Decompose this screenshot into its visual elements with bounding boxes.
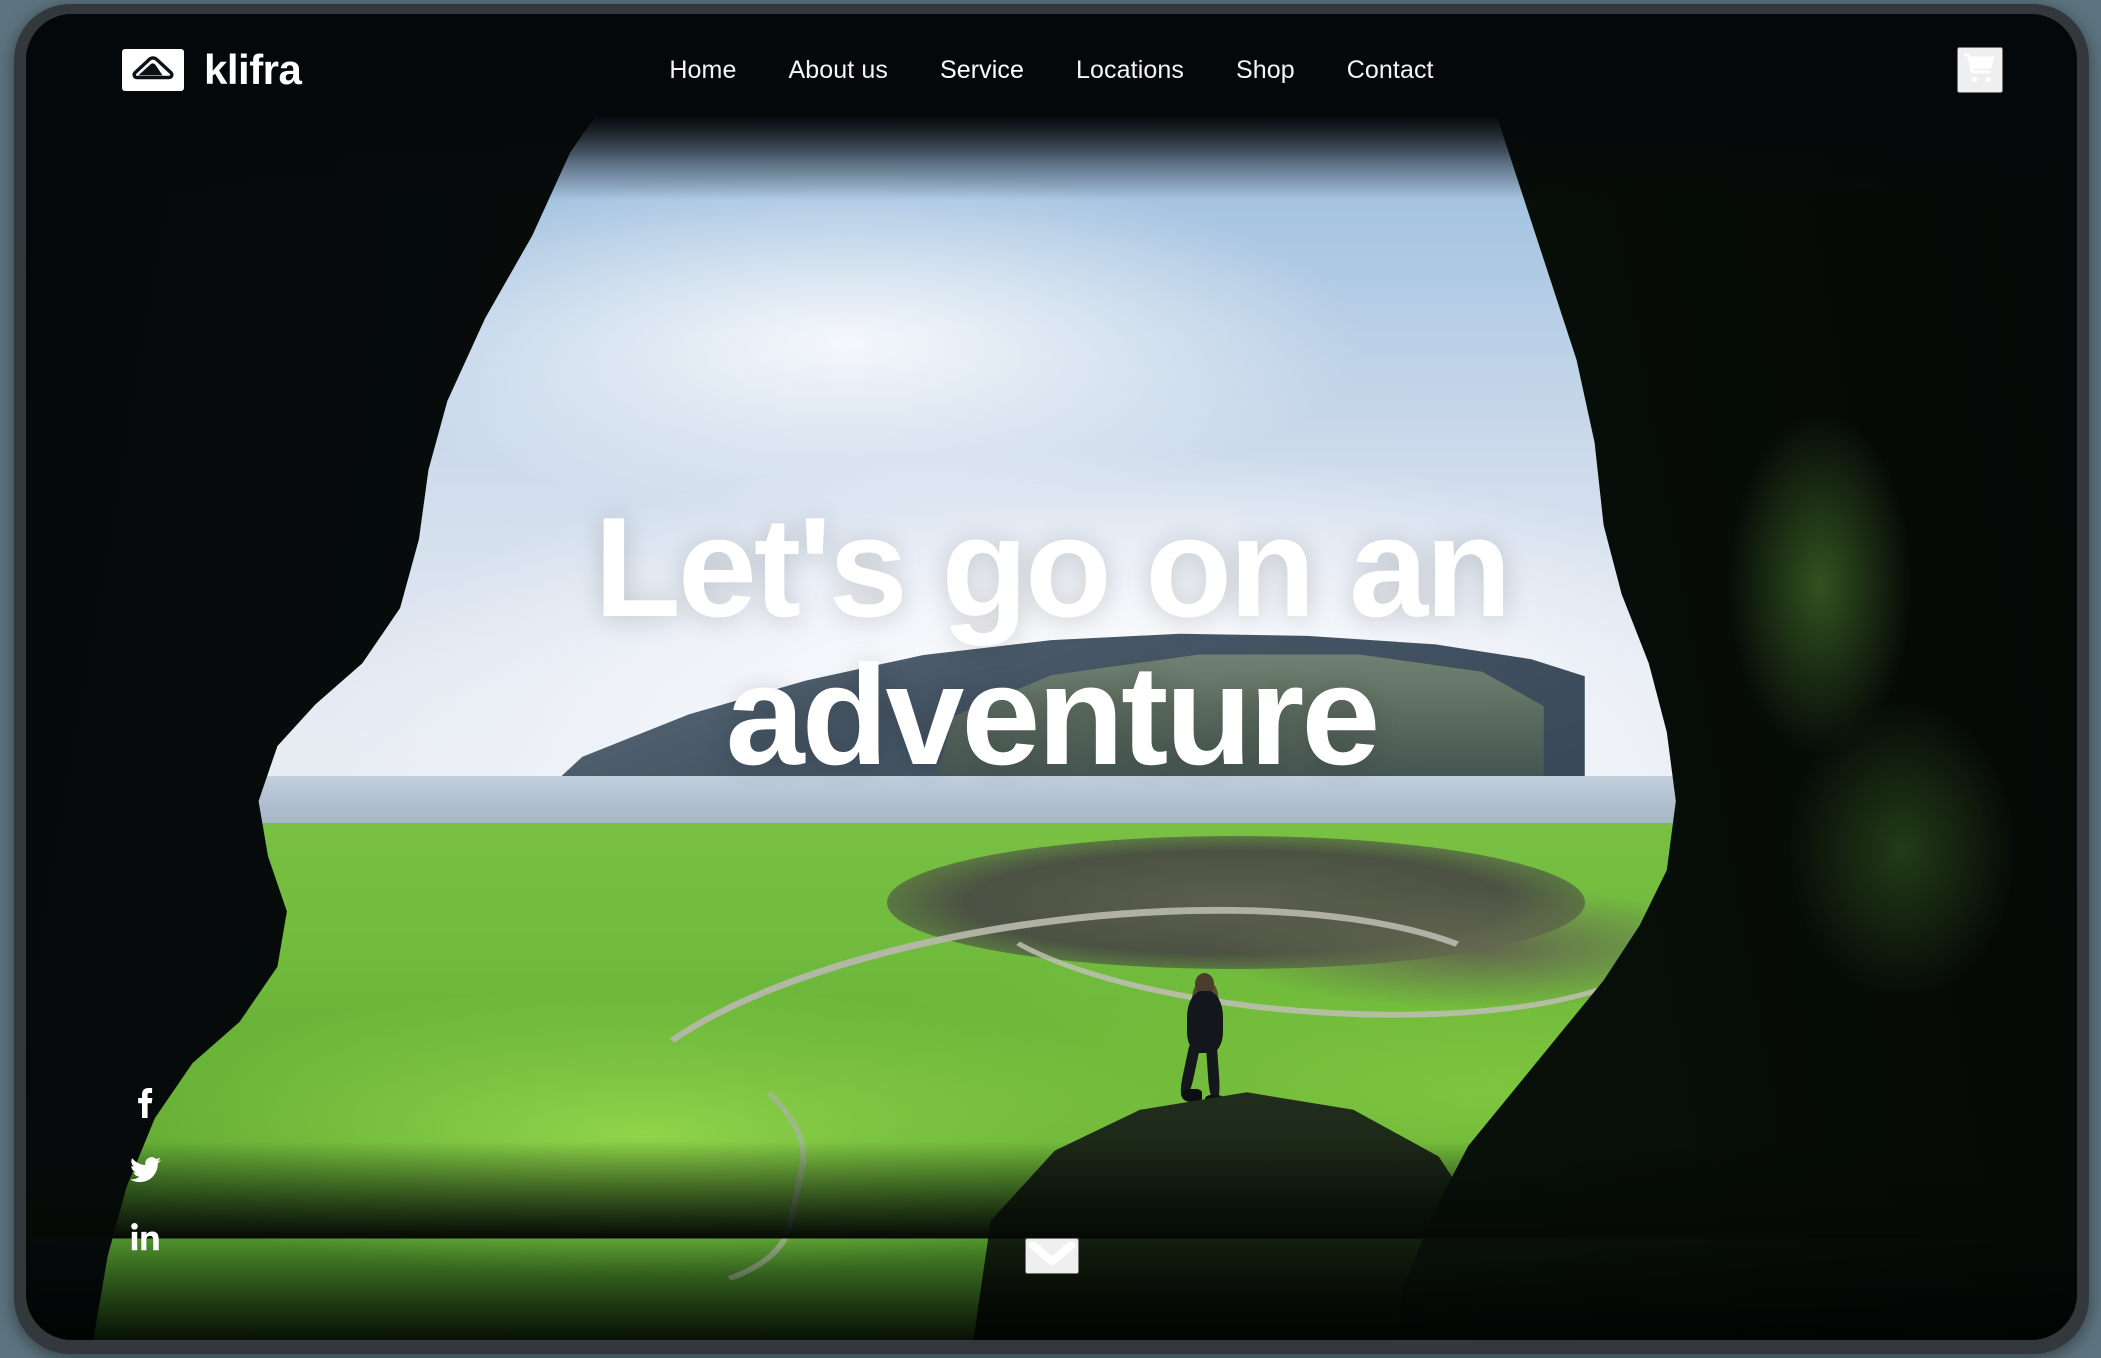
scroll-down-button[interactable] <box>1024 1238 1079 1274</box>
nav-link-contact[interactable]: Contact <box>1347 56 1434 85</box>
social-links <box>129 1087 161 1256</box>
chevron-down-icon <box>1028 1241 1075 1272</box>
page-title: Let's go on an adventure <box>146 494 1957 789</box>
device-frame: klifra Home About us Service Locations S… <box>14 4 2089 1354</box>
cart-button[interactable] <box>1957 47 2003 93</box>
person-leg <box>1205 1046 1221 1101</box>
nav-link-locations[interactable]: Locations <box>1076 56 1184 85</box>
browser-viewport: klifra Home About us Service Locations S… <box>26 14 2077 1340</box>
nav-link-about-us[interactable]: About us <box>788 56 887 85</box>
mountain-cloud-logo-icon <box>122 49 184 91</box>
hero-title-line-2: adventure <box>725 635 1381 795</box>
brand-name: klifra <box>204 46 302 93</box>
person-silhouette <box>1177 972 1235 1108</box>
social-link-twitter[interactable] <box>129 1156 161 1188</box>
social-link-linkedin[interactable] <box>130 1222 160 1256</box>
shopping-cart-icon <box>1961 52 1999 89</box>
site-header: klifra Home About us Service Locations S… <box>26 14 2077 126</box>
hero-title-line-1: Let's go on an <box>594 488 1512 647</box>
nav-link-home[interactable]: Home <box>669 56 736 85</box>
main-navigation: Home About us Service Locations Shop Con… <box>26 14 2077 126</box>
person-torso <box>1186 990 1223 1053</box>
twitter-icon <box>129 1156 161 1188</box>
facebook-icon <box>136 1087 154 1123</box>
nav-link-service[interactable]: Service <box>940 56 1024 85</box>
person-boot <box>1181 1088 1202 1102</box>
nav-link-shop[interactable]: Shop <box>1236 56 1295 85</box>
hero-copy: Let's go on an adventure <box>26 494 2077 789</box>
social-link-facebook[interactable] <box>130 1087 160 1123</box>
linkedin-icon <box>131 1222 159 1256</box>
brand-logo[interactable]: klifra <box>122 46 302 93</box>
